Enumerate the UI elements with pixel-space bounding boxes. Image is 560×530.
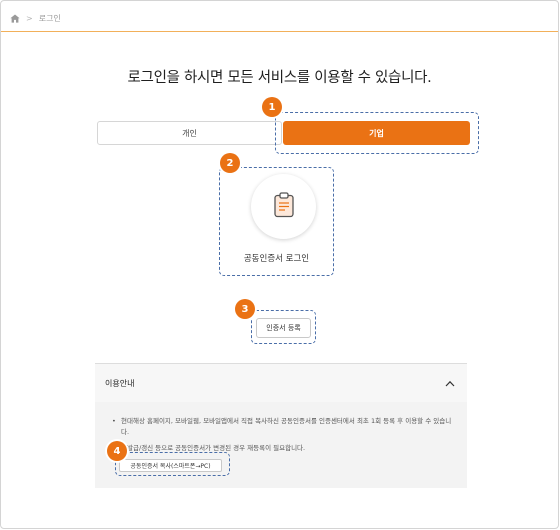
register-certificate-button[interactable]: 인증서 등록	[256, 318, 311, 338]
step-badge-2: 2	[220, 153, 240, 173]
bullet: •	[112, 417, 116, 425]
guide-item: • 현대해상 홈페이지, 모바일웹, 모바일앱에서 직접 복사하신 공동인증서를 …	[112, 416, 457, 438]
breadcrumb-separator: >	[26, 13, 33, 23]
guide-item-text: 현대해상 홈페이지, 모바일웹, 모바일앱에서 직접 복사하신 공동인증서를 인…	[121, 417, 452, 436]
certificate-login-label[interactable]: 공동인증서 로그인	[219, 252, 334, 264]
highlight-box-4	[115, 452, 230, 476]
guide-header[interactable]: 이용안내	[95, 364, 467, 402]
home-icon[interactable]	[10, 14, 20, 23]
guide-list: • 현대해상 홈페이지, 모바일웹, 모바일앱에서 직접 복사하신 공동인증서를 …	[112, 416, 457, 454]
guide-item-text: 재발급/갱신 등으로 공동인증서가 변경된 경우 재등록이 필요합니다.	[121, 444, 306, 452]
guide-title: 이용안내	[105, 378, 135, 388]
step-badge-4: 4	[107, 441, 127, 461]
clipboard-icon	[273, 191, 295, 222]
highlight-box-1	[275, 112, 479, 154]
tab-personal[interactable]: 개인	[97, 121, 282, 145]
certificate-login-button[interactable]	[251, 174, 316, 239]
page-frame: > 로그인 로그인을 하시면 모든 서비스를 이용할 수 있습니다. 개인 기업…	[0, 0, 559, 529]
step-badge-1: 1	[262, 97, 282, 117]
page-title: 로그인을 하시면 모든 서비스를 이용할 수 있습니다.	[127, 70, 432, 86]
breadcrumb: > 로그인	[10, 10, 61, 26]
header-divider	[1, 31, 558, 32]
step-badge-3: 3	[235, 299, 255, 319]
chevron-up-icon[interactable]	[445, 380, 455, 387]
breadcrumb-current: 로그인	[38, 13, 61, 23]
